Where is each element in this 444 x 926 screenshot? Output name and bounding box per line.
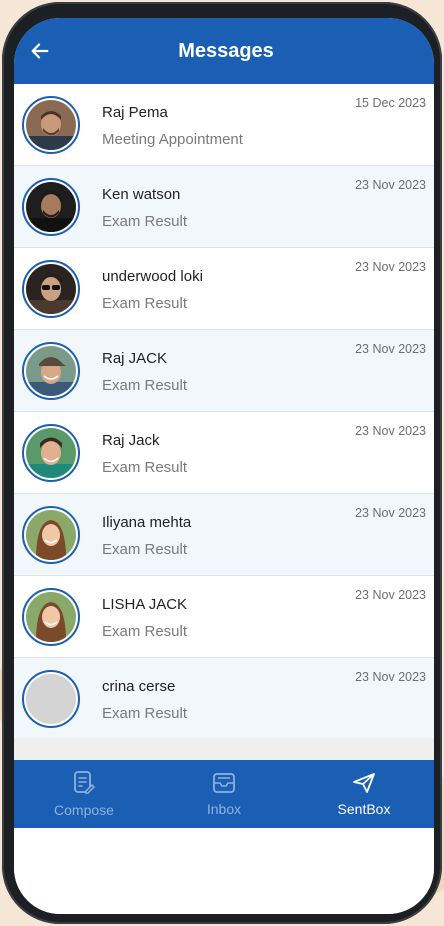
bottom-navigation: Compose Inbox SentBox bbox=[14, 760, 434, 828]
message-row[interactable]: Raj Pema Meeting Appointment 15 Dec 2023 bbox=[14, 84, 434, 166]
message-row[interactable]: Iliyana mehta Exam Result 23 Nov 2023 bbox=[14, 494, 434, 576]
sender-name: Raj Pema bbox=[102, 104, 168, 121]
sender-name: Ken watson bbox=[102, 186, 181, 203]
nav-inbox[interactable]: Inbox bbox=[154, 760, 294, 828]
phone-frame: Messages Raj Pema Meeting Appointment 15… bbox=[2, 2, 442, 924]
message-date: 23 Nov 2023 bbox=[355, 342, 426, 356]
sender-name: Raj Jack bbox=[102, 432, 160, 449]
sender-name: crina cerse bbox=[102, 678, 176, 695]
page-title: Messages bbox=[178, 39, 274, 62]
send-icon bbox=[353, 773, 375, 793]
list-footer-space bbox=[14, 738, 434, 760]
nav-compose-label: Compose bbox=[54, 802, 114, 818]
compose-icon bbox=[74, 771, 96, 794]
sender-name: underwood loki bbox=[102, 268, 203, 285]
message-date: 23 Nov 2023 bbox=[355, 424, 426, 438]
message-row[interactable]: underwood loki Exam Result 23 Nov 2023 bbox=[14, 248, 434, 330]
app-bar: Messages bbox=[14, 18, 434, 84]
avatar bbox=[22, 342, 80, 400]
photo-man-cap bbox=[26, 346, 76, 396]
avatar bbox=[22, 178, 80, 236]
sender-name: LISHA JACK bbox=[102, 596, 188, 613]
message-date: 15 Dec 2023 bbox=[355, 96, 426, 110]
message-subject: Exam Result bbox=[102, 541, 188, 558]
message-date: 23 Nov 2023 bbox=[355, 506, 426, 520]
nav-sentbox[interactable]: SentBox bbox=[294, 760, 434, 828]
arrow-left-icon bbox=[31, 43, 49, 59]
message-subject: Exam Result bbox=[102, 623, 188, 640]
avatar bbox=[22, 424, 80, 482]
avatar bbox=[22, 260, 80, 318]
message-subject: Exam Result bbox=[102, 377, 188, 394]
photo-man-sunglasses bbox=[26, 264, 76, 314]
message-date: 23 Nov 2023 bbox=[355, 178, 426, 192]
nav-sentbox-label: SentBox bbox=[337, 801, 391, 817]
inbox-icon bbox=[213, 773, 235, 793]
message-subject: Exam Result bbox=[102, 459, 188, 476]
message-date: 23 Nov 2023 bbox=[355, 670, 426, 684]
message-subject: Meeting Appointment bbox=[102, 131, 243, 148]
message-row[interactable]: Ken watson Exam Result 23 Nov 2023 bbox=[14, 166, 434, 248]
message-date: 23 Nov 2023 bbox=[355, 260, 426, 274]
nav-compose[interactable]: Compose bbox=[14, 760, 154, 828]
photo-woman-smile bbox=[26, 510, 76, 560]
back-button[interactable] bbox=[26, 37, 54, 65]
message-subject: Exam Result bbox=[102, 213, 188, 230]
photo-woman-smile bbox=[26, 592, 76, 642]
sender-name: Iliyana mehta bbox=[102, 514, 192, 531]
message-subject: Exam Result bbox=[102, 705, 188, 722]
avatar bbox=[22, 506, 80, 564]
photo-man-dark bbox=[26, 182, 76, 232]
avatar bbox=[22, 96, 80, 154]
sender-name: Raj JACK bbox=[102, 350, 168, 367]
message-subject: Exam Result bbox=[102, 295, 188, 312]
message-date: 23 Nov 2023 bbox=[355, 588, 426, 602]
message-row[interactable]: Raj Jack Exam Result 23 Nov 2023 bbox=[14, 412, 434, 494]
message-list: Raj Pema Meeting Appointment 15 Dec 2023 bbox=[14, 84, 434, 740]
avatar bbox=[22, 670, 80, 728]
app-screen: Messages Raj Pema Meeting Appointment 15… bbox=[14, 18, 434, 914]
avatar bbox=[22, 588, 80, 646]
placeholder-grey bbox=[26, 674, 76, 724]
bottom-blank-area bbox=[14, 828, 434, 914]
message-row[interactable]: LISHA JACK Exam Result 23 Nov 2023 bbox=[14, 576, 434, 658]
message-row[interactable]: Raj JACK Exam Result 23 Nov 2023 bbox=[14, 330, 434, 412]
photo-man-beard bbox=[26, 100, 76, 150]
message-row[interactable]: crina cerse Exam Result 23 Nov 2023 bbox=[14, 658, 434, 740]
photo-boy-smile bbox=[26, 428, 76, 478]
nav-inbox-label: Inbox bbox=[206, 801, 242, 817]
